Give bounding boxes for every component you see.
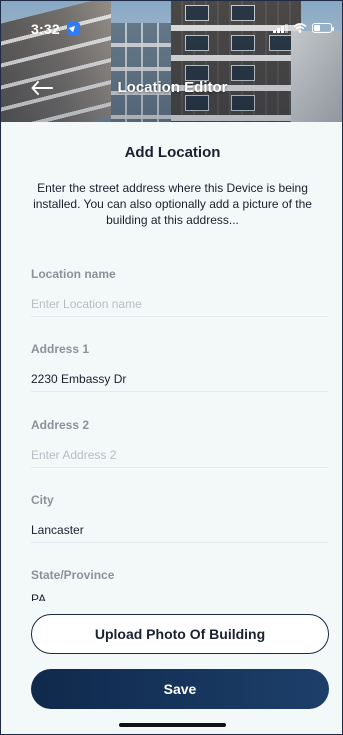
section-description: Enter the street address where this Devi… — [33, 181, 312, 227]
state-label: State/Province — [31, 568, 115, 582]
location-name-input[interactable] — [31, 297, 328, 311]
address1-field: Address 1 — [31, 342, 328, 392]
location-name-field: Location name — [31, 267, 328, 317]
page-title: Location Editor — [117, 79, 228, 96]
status-icons — [273, 23, 334, 33]
location-name-underline — [31, 297, 328, 317]
city-field: City — [31, 493, 328, 543]
city-label: City — [31, 493, 54, 507]
upload-photo-button[interactable]: Upload Photo Of Building — [31, 614, 329, 654]
cellular-signal-icon — [273, 23, 288, 33]
save-button[interactable]: Save — [31, 669, 329, 709]
location-arrow-icon — [67, 22, 80, 35]
screen: 3:32 Location Editor Add Location Enter … — [0, 0, 343, 735]
home-indicator — [119, 723, 226, 727]
header-banner: 3:32 Location Editor — [1, 1, 342, 122]
city-input[interactable] — [31, 523, 328, 537]
state-field: State/Province — [31, 568, 328, 584]
section-title: Add Location — [124, 144, 221, 161]
status-time: 3:32 — [31, 21, 60, 37]
address1-label: Address 1 — [31, 342, 90, 356]
battery-icon — [312, 23, 334, 33]
address2-input[interactable] — [31, 448, 328, 462]
address2-field: Address 2 — [31, 418, 328, 468]
address1-underline — [31, 372, 328, 392]
wifi-icon — [293, 23, 307, 33]
address1-input[interactable] — [31, 372, 328, 386]
address2-underline — [31, 448, 328, 468]
city-underline — [31, 523, 328, 543]
address2-label: Address 2 — [31, 418, 90, 432]
header-shade — [1, 1, 342, 122]
location-name-label: Location name — [31, 267, 116, 281]
